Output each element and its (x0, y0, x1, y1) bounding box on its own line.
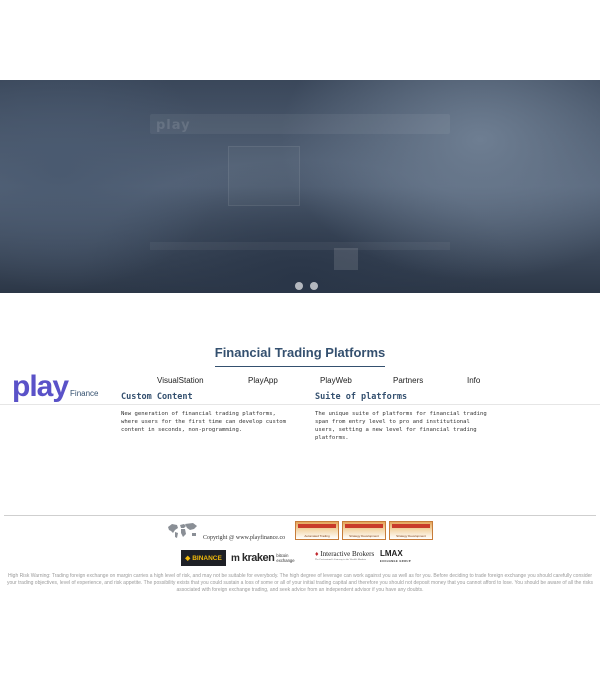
title-underline (215, 366, 385, 367)
section-title: Financial Trading Platforms (214, 345, 386, 360)
logo-finance-text: Finance (70, 389, 99, 398)
award-badge-2: Strategy Development (342, 521, 386, 540)
interactive-brokers-logo[interactable]: ♦ Interactive Brokers The Professional's… (315, 550, 375, 566)
nav-item-partners[interactable]: Partners (393, 376, 423, 385)
ib-flame-icon: ♦ (315, 550, 319, 558)
suite-of-platforms-text: The unique suite of platforms for financ… (315, 411, 487, 441)
kraken-label: kraken (241, 552, 275, 564)
hero-slider[interactable]: play (0, 80, 600, 293)
nav-divider (0, 404, 600, 405)
kraken-m-icon: m (231, 552, 240, 564)
binance-logo[interactable]: ◆ BINANCE (181, 550, 226, 566)
suite-of-platforms-title: Suite of platforms (315, 392, 408, 402)
binance-diamond-icon: ◆ (185, 555, 191, 562)
kraken-sub-label: bitcoin exchange (276, 553, 295, 563)
ib-label: Interactive Brokers (320, 550, 375, 558)
custom-content-title: Custom Content (121, 392, 193, 402)
nav-item-playweb[interactable]: PlayWeb (320, 376, 352, 385)
copyright-text: Copyright @ www.playfinance.co (203, 535, 286, 541)
hero-blurred-panel (228, 146, 300, 206)
nav-item-playapp[interactable]: PlayApp (248, 376, 278, 385)
nav-item-visualstation[interactable]: VisualStation (157, 376, 204, 385)
hero-blurred-square (334, 248, 358, 270)
main-nav: VisualStation PlayApp PlayWeb Partners I… (0, 376, 600, 388)
lmax-logo[interactable]: LMAX EXCHANGE GROUP (380, 550, 414, 566)
ib-sub-label: The Professional's Gateway to the World'… (315, 558, 367, 561)
risk-warning: High Risk Warning: Trading foreign excha… (7, 573, 593, 593)
slider-dot-2[interactable] (310, 282, 318, 290)
lmax-sub-label: EXCHANGE GROUP (380, 560, 412, 563)
lmax-label: LMAX (380, 549, 403, 558)
slider-dot-1[interactable] (295, 282, 303, 290)
hero-blurred-header (150, 114, 450, 134)
custom-content-text: New generation of financial trading plat… (121, 411, 287, 433)
footer-divider (4, 515, 596, 516)
world-map-icon (168, 523, 197, 538)
award-badge-1: Automated Trading (295, 521, 339, 540)
hero-blurred-logo: play (156, 118, 191, 133)
kraken-logo[interactable]: m kraken bitcoin exchange (231, 550, 309, 566)
award-badge-3: Strategy Development (389, 521, 433, 540)
binance-label: BINANCE (192, 554, 222, 562)
hero-blurred-bar (150, 242, 450, 250)
slider-pagination (295, 282, 318, 290)
nav-item-info[interactable]: Info (467, 376, 480, 385)
